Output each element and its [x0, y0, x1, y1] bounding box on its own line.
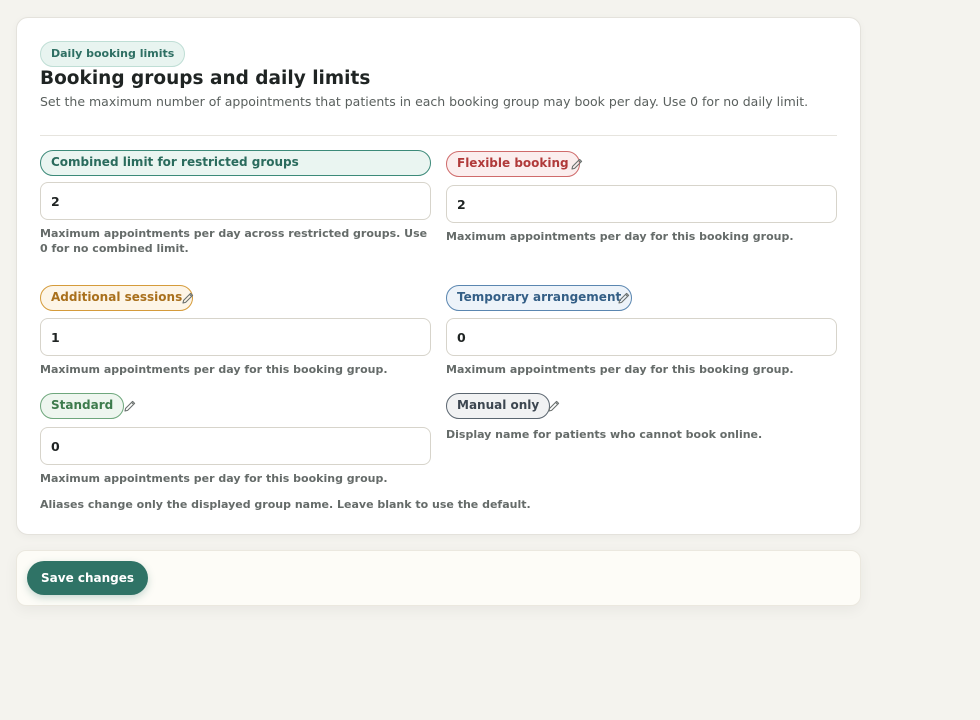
standard-hint: Maximum appointments per day for this bo… [40, 472, 388, 485]
flexible-booking-label: Flexible booking [446, 151, 580, 177]
temporary-arrangement-input[interactable] [446, 318, 837, 356]
manual-only-hint: Display name for patients who cannot boo… [446, 428, 763, 441]
aliases-note: Aliases change only the displayed group … [40, 498, 531, 511]
flexible-booking-input[interactable] [446, 185, 837, 223]
action-bar: Save changes [16, 550, 861, 606]
pencil-icon[interactable] [570, 157, 584, 171]
divider [40, 135, 837, 136]
booking-limits-card: Daily booking limits Booking groups and … [16, 17, 861, 535]
pencil-icon[interactable] [123, 399, 137, 413]
pencil-icon[interactable] [181, 291, 195, 305]
additional-sessions-label: Additional sessions [40, 285, 194, 311]
temporary-arrangement-hint: Maximum appointments per day for this bo… [446, 363, 794, 376]
flexible-booking-hint: Maximum appointments per day for this bo… [446, 230, 794, 243]
pencil-icon[interactable] [547, 399, 561, 413]
standard-input[interactable] [40, 427, 431, 465]
save-button[interactable]: Save changes [27, 561, 149, 595]
standard-label: Standard [40, 393, 125, 419]
combined-limit-input[interactable] [40, 182, 431, 220]
additional-sessions-input[interactable] [40, 318, 431, 356]
section-badge: Daily booking limits [40, 41, 186, 67]
page-title: Booking groups and daily limits [40, 68, 371, 89]
combined-limit-label: Combined limit for restricted groups [40, 150, 431, 176]
pencil-icon[interactable] [617, 291, 631, 305]
manual-only-label: Manual only [446, 393, 551, 419]
page-description: Set the maximum number of appointments t… [40, 94, 809, 109]
combined-limit-hint: Maximum appointments per day across rest… [40, 227, 428, 255]
additional-sessions-hint: Maximum appointments per day for this bo… [40, 363, 388, 376]
temporary-arrangement-label: Temporary arrangement [446, 285, 633, 311]
